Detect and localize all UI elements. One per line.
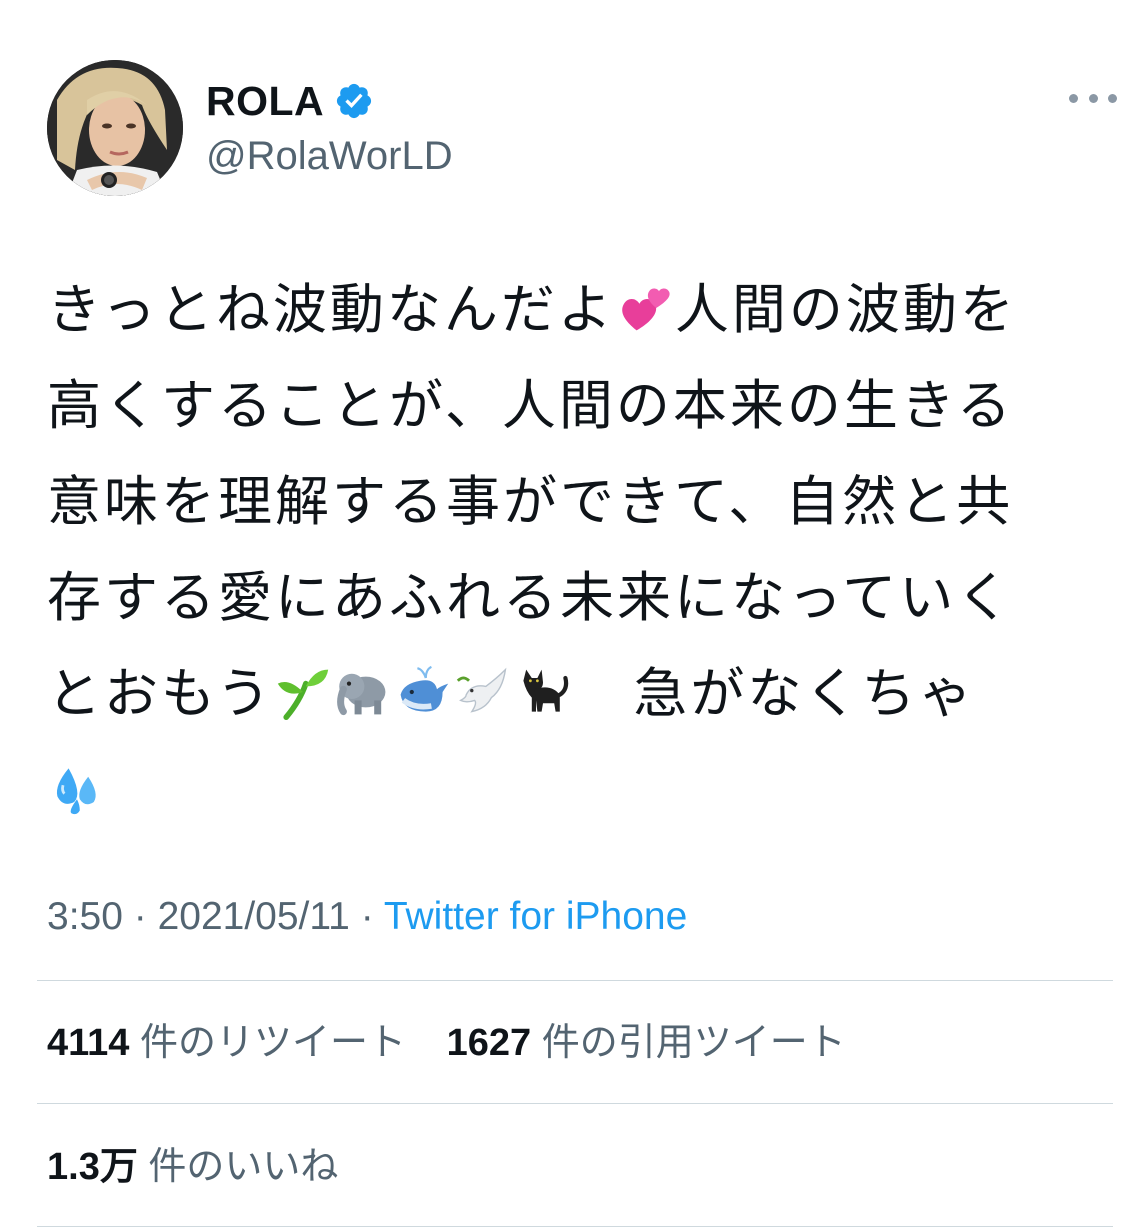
tweet-line-3: 意味を理解する事ができて、自然と共 [47, 470, 1014, 533]
more-dot [1108, 93, 1117, 103]
tweet-line-6 [47, 742, 1127, 838]
tweet-text-segment: 急がなくちゃ [633, 662, 976, 725]
divider [37, 980, 1113, 981]
elephant-icon [337, 673, 386, 716]
likes-label: 件のいいね [148, 1144, 339, 1188]
tweet-text: きっとね波動なんだよ 人間の波動を 高くすることが、人間の本来の生きる 意味を理… [47, 262, 1127, 838]
black-cat-icon [523, 669, 569, 712]
tweet-text-segment: とおもう [47, 662, 274, 725]
tweet-line-1: きっとね波動なんだよ 人間の波動を [47, 262, 1127, 358]
dove-icon [457, 667, 507, 713]
meta-separator: · [122, 895, 158, 938]
tweet-line-4: 存する愛にあふれる未来になっていく [47, 566, 1014, 629]
likes-stat[interactable]: 1.3万 件のいいね [47, 1144, 339, 1188]
more-dot [1069, 93, 1078, 103]
sweat-droplets-icon [56, 768, 96, 815]
tweet-line-5: とおもう 急がなくちゃ [47, 646, 1127, 742]
tweet-source-link[interactable]: Twitter for iPhone [384, 895, 687, 938]
quotes-stat[interactable]: 1627 件の引用ツイート [446, 1020, 846, 1064]
meta-separator: · [349, 895, 384, 938]
display-name-text: ROLA [206, 78, 325, 124]
retweets-label: 件のリツイート [140, 1020, 407, 1064]
retweets-count: 4114 [47, 1022, 130, 1064]
tweet-stats-row: 4114 件のリツイート 1627 件の引用ツイート [47, 1018, 876, 1067]
tweet-text-segment: 人間の波動を [674, 278, 1017, 341]
seedling-icon [278, 669, 329, 720]
more-options-icon[interactable] [1069, 86, 1117, 110]
avatar[interactable] [47, 60, 183, 196]
likes-count: 1.3万 [47, 1146, 138, 1188]
profile-photo [47, 60, 183, 196]
tweet-line-2: 高くすることが、人間の本来の生きる [47, 374, 1014, 437]
tweet-time[interactable]: 3:50 [47, 895, 123, 938]
user-handle[interactable]: @RolaWorLD [206, 132, 453, 180]
quotes-label: 件の引用ツイート [541, 1020, 846, 1064]
two-hearts-icon [622, 288, 670, 331]
quotes-count: 1627 [446, 1022, 532, 1064]
whale-icon [400, 665, 449, 712]
more-dot [1088, 93, 1098, 103]
verified-badge-icon [337, 83, 372, 119]
retweets-stat[interactable]: 4114 件のリツイート [47, 1020, 407, 1064]
display-name[interactable]: ROLA [206, 76, 374, 126]
tweet-date[interactable]: 2021/05/11 [158, 895, 350, 938]
divider [37, 1103, 1113, 1104]
tweet-meta: 3:50 · 2021/05/11 · Twitter for iPhone [47, 893, 687, 941]
likes-stats-row: 1.3万 件のいいね [47, 1142, 368, 1191]
tweet-text-segment: きっとね波動なんだよ [47, 278, 615, 341]
divider [37, 1226, 1113, 1227]
